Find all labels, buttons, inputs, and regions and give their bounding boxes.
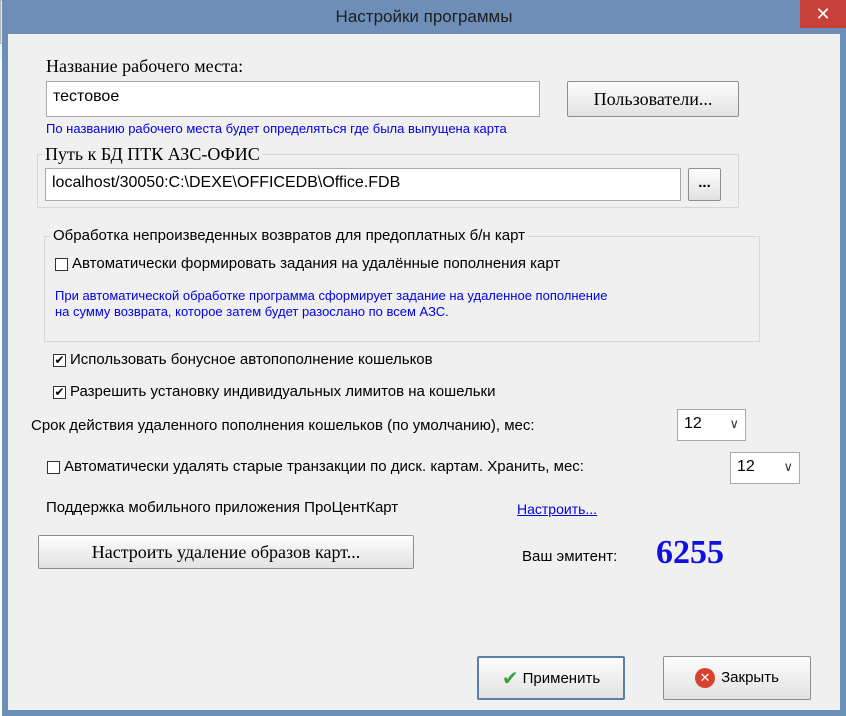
bonus-label: Использовать бонусное автопополнение кош…: [70, 351, 433, 368]
users-button[interactable]: Пользователи...: [567, 81, 739, 117]
emitent-label: Ваш эмитент:: [522, 548, 618, 565]
apply-button[interactable]: ✔ Применить: [477, 656, 625, 700]
auto-tasks-label: Автоматически формировать задания на уда…: [72, 255, 561, 272]
limits-option[interactable]: ✔ Разрешить установку индивидуальных лими…: [53, 383, 496, 400]
returns-hint-line2: на сумму возврата, которое затем будет р…: [55, 304, 449, 319]
mobile-settings-link[interactable]: Настроить...: [517, 501, 597, 517]
validity-select[interactable]: 12 ∨: [677, 409, 746, 441]
bonus-checkbox[interactable]: ✔: [53, 353, 66, 367]
returns-group-title: Обработка непроизведенных возвратов для …: [50, 227, 528, 244]
db-path-input[interactable]: localhost/30050:C:\DEXE\OFFICEDB\Office.…: [45, 168, 681, 201]
settings-dialog: Настройки программы ✕ Название рабочего …: [2, 0, 846, 716]
returns-hint-line1: При автоматической обработке программа с…: [55, 288, 608, 303]
close-circle-icon: ✕: [695, 668, 716, 689]
validity-value: 12: [684, 415, 702, 432]
delete-months-value: 12: [737, 458, 755, 475]
workplace-hint: По названию рабочего места будет определ…: [46, 121, 507, 136]
emitent-value: 6255: [656, 534, 724, 571]
workplace-label: Название рабочего места:: [46, 56, 244, 76]
title-bar: Настройки программы ✕: [2, 0, 846, 34]
check-icon: ✔: [501, 668, 519, 691]
window-title: Настройки программы: [335, 7, 513, 26]
apply-button-label: Применить: [522, 670, 601, 687]
close-button[interactable]: ✕ Закрыть: [663, 656, 811, 700]
db-path-label: Путь к БД ПТК АЗС-ОФИС: [42, 144, 263, 165]
validity-label: Срок действия удаленного пополнения коше…: [31, 417, 535, 434]
delete-months-select[interactable]: 12 ∨: [730, 452, 800, 484]
bonus-option[interactable]: ✔ Использовать бонусное автопополнение ко…: [53, 351, 433, 368]
chevron-down-icon: ∨: [783, 459, 793, 474]
limits-checkbox[interactable]: ✔: [53, 385, 66, 399]
delete-label: Автоматически удалять старые транзакции …: [64, 458, 584, 475]
delete-checkbox[interactable]: [47, 460, 60, 474]
auto-tasks-option[interactable]: Автоматически формировать задания на уда…: [55, 255, 560, 272]
delete-option[interactable]: Автоматически удалять старые транзакции …: [47, 458, 584, 475]
workplace-input[interactable]: тестовое: [46, 81, 540, 117]
close-window-button[interactable]: ✕: [800, 0, 846, 28]
dialog-client: Название рабочего места: тестовое Пользо…: [8, 34, 840, 710]
browse-button[interactable]: ...: [688, 168, 721, 201]
close-button-label: Закрыть: [721, 669, 779, 686]
mobile-label: Поддержка мобильного приложения ПроЦентК…: [46, 499, 399, 516]
card-images-button[interactable]: Настроить удаление образов карт...: [38, 535, 414, 569]
auto-tasks-checkbox[interactable]: [55, 257, 68, 271]
limits-label: Разрешить установку индивидуальных лимит…: [70, 383, 496, 400]
chevron-down-icon: ∨: [729, 416, 739, 431]
